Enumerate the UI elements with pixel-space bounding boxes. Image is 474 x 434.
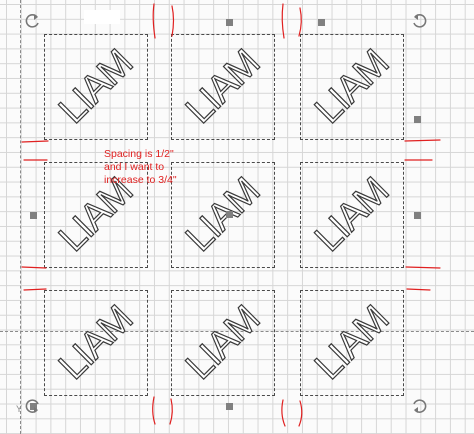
annotation-line: Spacing is 1/2" <box>104 148 174 160</box>
annotation-note: Spacing is 1/2" and I want to increase t… <box>104 148 234 187</box>
markup-strokes <box>21 3 441 427</box>
annotation-line: increase to 3/4" <box>104 174 177 186</box>
annotation-line: and I want to <box>104 161 165 173</box>
y-axis-label: Y <box>16 404 23 414</box>
design-canvas[interactable]: LIAM LIAM LIAM LIAM LIAM LIAM LIAM LIAM LIAM <box>0 0 474 434</box>
